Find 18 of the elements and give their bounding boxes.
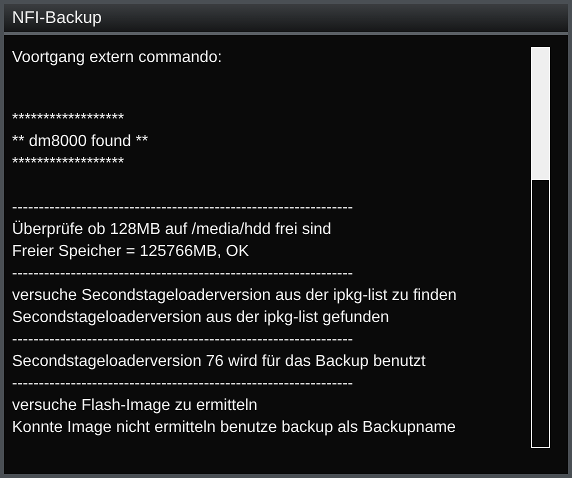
log-line: Überprüfe ob 128MB auf /media/hdd frei sind: [12, 220, 332, 240]
window-title: NFI-Backup: [4, 4, 568, 35]
log-line: ----------------------------------------------------------------: [12, 374, 354, 394]
scrollbar-track[interactable]: [531, 47, 550, 448]
log-line: ----------------------------------------------------------------: [12, 330, 354, 350]
scrollbar-thumb[interactable]: [532, 48, 549, 180]
log-line: ----------------------------------------------------------------: [12, 264, 354, 284]
log-line: Freier Speicher = 125766MB, OK: [12, 242, 250, 262]
log-line: ** dm8000 found **: [12, 132, 150, 152]
log-line: ----------------------------------------------------------------: [12, 198, 354, 218]
log-line: Voortgang extern commando:: [12, 48, 223, 68]
log-line: Konnte Image nicht ermitteln benutze backup als Backupname: [12, 418, 457, 438]
log-line: Secondstageloaderversion 76 wird für das Backup benutzt: [12, 352, 427, 372]
log-line: ******************: [12, 110, 126, 130]
log-line: ******************: [12, 154, 126, 174]
log-line: Secondstageloaderversion aus der ipkg-list gefunden: [12, 308, 390, 328]
log-line: versuche Flash-Image zu ermitteln: [12, 396, 258, 416]
log-line: versuche Secondstageloaderversion aus der ipkg-list zu finden: [12, 286, 458, 306]
